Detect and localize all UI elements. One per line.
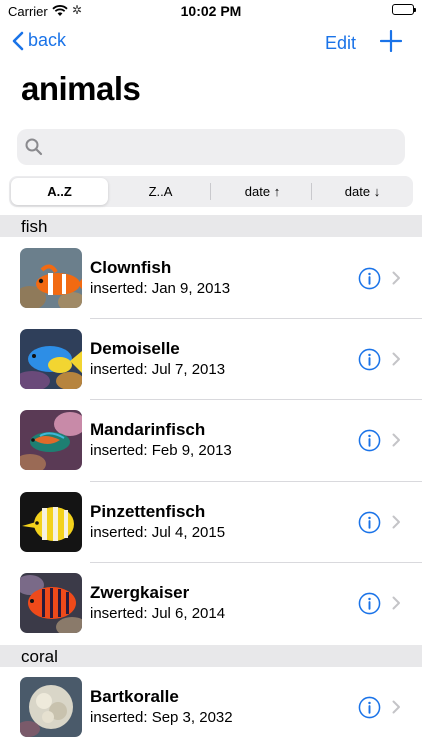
- item-name: Bartkoralle: [90, 687, 179, 706]
- sort-option-date-desc[interactable]: date ↓: [314, 178, 411, 205]
- info-icon[interactable]: [358, 592, 381, 615]
- zwergkaiser-image: [20, 573, 82, 633]
- item-inserted-date: inserted: Feb 9, 2013: [90, 442, 232, 459]
- sort-segmented-control: A..Z Z..A date ↑ date ↓: [9, 176, 413, 207]
- section-header-fish: fish: [0, 215, 422, 237]
- item-name: Zwergkaiser: [90, 583, 190, 602]
- battery-icon: [392, 4, 416, 15]
- search-input[interactable]: [51, 129, 395, 167]
- chevron-right-icon: [392, 596, 400, 610]
- list-item-zwergkaiser[interactable]: Zwergkaiser inserted: Jul 6, 2014: [0, 563, 422, 644]
- status-bar: Carrier ✲ 10:02 PM: [0, 0, 422, 22]
- navigation-bar: back Edit: [0, 28, 422, 60]
- item-name: Pinzettenfisch: [90, 502, 206, 521]
- status-time: 10:02 PM: [180, 3, 242, 19]
- segment-divider: [210, 183, 211, 200]
- section-title: coral: [21, 647, 58, 666]
- info-icon[interactable]: [358, 696, 381, 719]
- mandarinfisch-image: [20, 410, 82, 470]
- chevron-right-icon: [392, 433, 400, 447]
- section-title: fish: [21, 217, 48, 236]
- item-inserted-date: inserted: Jul 4, 2015: [90, 524, 226, 541]
- list-item-mandarinfisch[interactable]: Mandarinfisch inserted: Feb 9, 2013: [0, 400, 422, 481]
- sort-option-za[interactable]: Z..A: [112, 178, 209, 205]
- item-inserted-date: inserted: Sep 3, 2032: [90, 709, 233, 726]
- info-icon[interactable]: [358, 348, 381, 371]
- chevron-left-icon: [12, 31, 24, 50]
- list-item-clownfish[interactable]: Clownfish inserted: Jan 9, 2013: [0, 238, 422, 319]
- item-inserted-date: inserted: Jul 7, 2013: [90, 361, 226, 378]
- page-title: animals: [21, 70, 141, 107]
- item-name: Demoiselle: [90, 339, 180, 358]
- demoiselle-image: [20, 329, 82, 389]
- chevron-right-icon: [392, 352, 400, 366]
- item-name: Clownfish: [90, 258, 172, 277]
- list-item-demoiselle[interactable]: Demoiselle inserted: Jul 7, 2013: [0, 319, 422, 400]
- search-bar: [17, 129, 405, 167]
- sort-option-az[interactable]: A..Z: [11, 178, 108, 205]
- sort-option-date-asc[interactable]: date ↑: [214, 178, 311, 205]
- item-inserted-date: inserted: Jan 9, 2013: [90, 280, 231, 297]
- item-inserted-date: inserted: Jul 6, 2014: [90, 605, 226, 622]
- plus-icon: [379, 29, 403, 53]
- list-item-pinzettenfisch[interactable]: Pinzettenfisch inserted: Jul 4, 2015: [0, 482, 422, 563]
- back-button-label: back: [28, 30, 67, 50]
- info-icon[interactable]: [358, 267, 381, 290]
- chevron-right-icon: [392, 271, 400, 285]
- list-item-bartkoralle[interactable]: Bartkoralle inserted: Sep 3, 2032: [0, 667, 422, 748]
- chevron-right-icon: [392, 700, 400, 714]
- edit-button[interactable]: Edit: [325, 33, 356, 54]
- info-icon[interactable]: [358, 429, 381, 452]
- search-icon: [25, 138, 43, 156]
- section-header-coral: coral: [0, 645, 422, 667]
- pinzettenfisch-image: [20, 492, 82, 552]
- info-icon[interactable]: [358, 511, 381, 534]
- clownfish-image: [20, 248, 82, 308]
- segment-divider: [311, 183, 312, 200]
- item-name: Mandarinfisch: [90, 420, 206, 439]
- back-button[interactable]: back: [12, 30, 66, 51]
- add-button[interactable]: [379, 29, 403, 57]
- chevron-right-icon: [392, 515, 400, 529]
- bartkoralle-image: [20, 677, 82, 737]
